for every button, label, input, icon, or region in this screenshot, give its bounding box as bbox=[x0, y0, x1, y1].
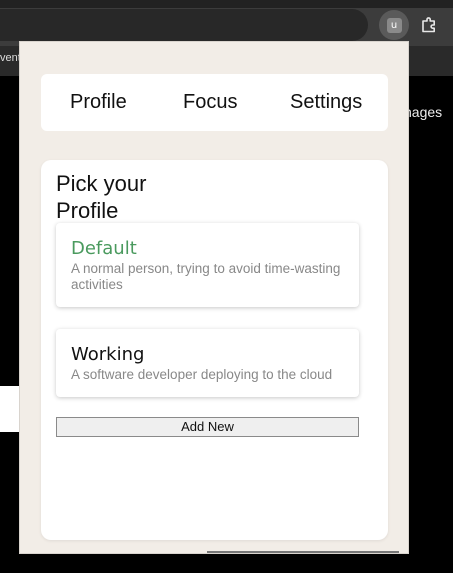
add-new-button[interactable]: Add New bbox=[56, 417, 359, 437]
browser-top-strip bbox=[0, 0, 453, 8]
page-title: Pick your Profile bbox=[56, 171, 147, 223]
page-tab-text: vent bbox=[0, 52, 21, 64]
profile-card-working[interactable]: Working A software developer deploying t… bbox=[56, 329, 359, 397]
profile-card-default[interactable]: Default A normal person, trying to avoid… bbox=[56, 223, 359, 307]
profile-panel: Pick your Profile Default A normal perso… bbox=[41, 160, 388, 540]
profile-name: Working bbox=[71, 344, 145, 365]
profile-description: A normal person, trying to avoid time-wa… bbox=[71, 261, 341, 292]
popup-scroll-indicator bbox=[207, 551, 399, 553]
puzzle-icon bbox=[422, 17, 435, 33]
profile-name: Default bbox=[71, 238, 137, 259]
extension-button[interactable]: u bbox=[379, 10, 409, 40]
extensions-puzzle-button[interactable] bbox=[414, 10, 444, 40]
address-bar[interactable] bbox=[0, 9, 368, 41]
nav-bar: Profile Focus Settings bbox=[41, 74, 388, 131]
profile-description: A software developer deploying to the cl… bbox=[71, 367, 333, 382]
extension-popup: Profile Focus Settings Pick your Profile… bbox=[19, 41, 409, 554]
tab-profile[interactable]: Profile bbox=[70, 91, 127, 114]
page-images-link[interactable]: nages bbox=[404, 104, 442, 120]
extension-icon: u bbox=[386, 17, 402, 33]
tab-settings[interactable]: Settings bbox=[290, 91, 362, 114]
tab-focus[interactable]: Focus bbox=[183, 91, 237, 114]
page-panel bbox=[0, 386, 20, 432]
